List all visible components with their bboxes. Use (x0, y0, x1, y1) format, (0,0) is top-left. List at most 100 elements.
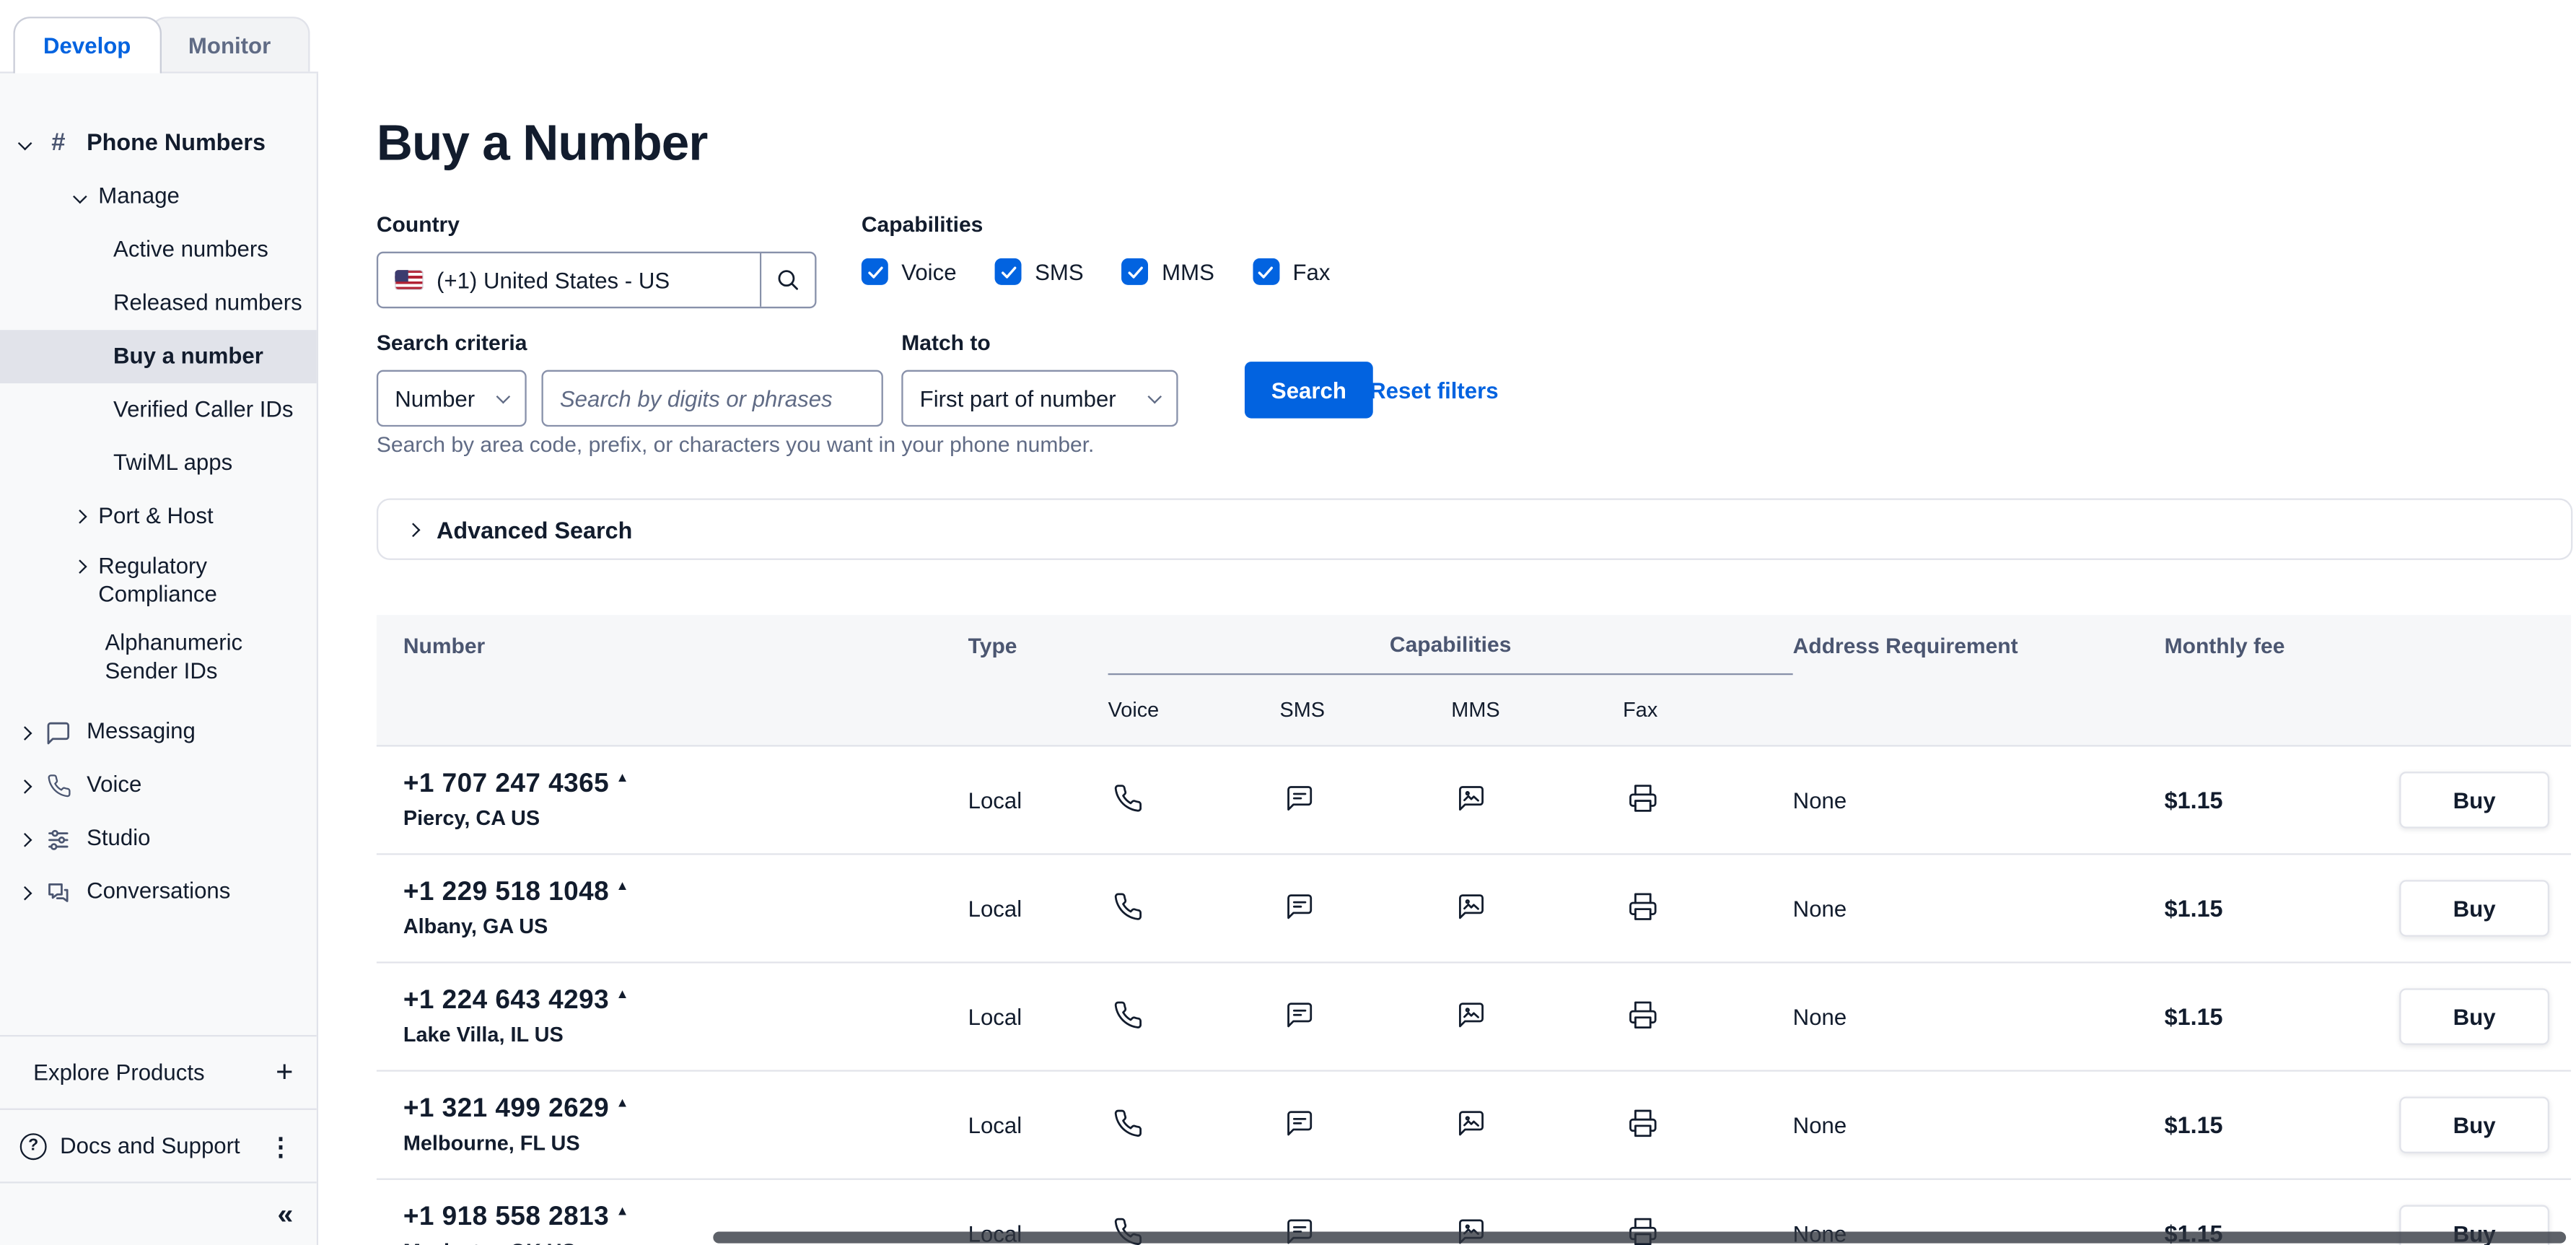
studio-icon (43, 824, 74, 855)
sidebar-item-conversations[interactable]: Conversations (0, 866, 317, 919)
buy-button[interactable]: Buy (2399, 880, 2549, 937)
column-header-capabilities: Capabilities (1108, 615, 1793, 675)
tab-develop[interactable]: Develop (13, 17, 160, 74)
sidebar-item-voice[interactable]: Voice (0, 759, 317, 813)
sidebar-item-twiml-apps[interactable]: TwiML apps (0, 437, 317, 490)
criteria-select[interactable]: Number (377, 370, 527, 427)
sms-icon (1279, 1107, 1451, 1142)
triangle-icon: ▲ (615, 987, 628, 1002)
voice-handset-icon (43, 771, 74, 801)
subheader-mms: MMS (1451, 699, 1623, 722)
capability-checkbox-voice[interactable]: Voice (862, 258, 957, 285)
sidebar-item-phone-numbers[interactable]: # Phone Numbers (0, 117, 317, 170)
buy-button[interactable]: Buy (2399, 1096, 2549, 1153)
column-header-monthly-fee: Monthly fee (2165, 632, 2400, 658)
capability-checkbox-mms[interactable]: MMS (1122, 258, 1214, 285)
sidebar-collapse-row: « (0, 1181, 317, 1245)
number-type: Local (968, 1004, 1108, 1029)
main-content: Buy a Number Country (+1) United States … (318, 0, 2576, 1245)
subheader-sms: SMS (1279, 699, 1451, 722)
column-header-type: Type (968, 632, 1108, 658)
search-button[interactable]: Search (1245, 362, 1373, 419)
sms-icon (1279, 782, 1451, 817)
collapse-sidebar-icon[interactable]: « (278, 1197, 294, 1231)
checkbox-checked-icon[interactable] (1122, 258, 1149, 285)
chevron-right-icon (18, 886, 32, 900)
search-digits-input[interactable] (541, 370, 882, 427)
mms-icon (1451, 999, 1623, 1034)
subheader-fax: Fax (1623, 699, 1793, 722)
app-window: Develop Monitor # Phone Numbers Manage A… (0, 0, 2576, 1245)
tab-monitor[interactable]: Monitor (150, 17, 310, 71)
sidebar-item-regulatory-compliance[interactable]: Regulatory Compliance (0, 543, 317, 620)
chevron-right-icon (406, 522, 421, 536)
monthly-fee: $1.15 (2165, 1111, 2400, 1138)
checkbox-checked-icon[interactable] (1253, 258, 1279, 285)
mms-icon (1451, 891, 1623, 925)
table-header: Number Type Capabilities Address Require… (377, 615, 2571, 746)
triangle-icon: ▲ (615, 878, 628, 894)
sms-icon (1279, 999, 1451, 1034)
country-select[interactable]: (+1) United States - US (377, 252, 817, 309)
triangle-icon: ▲ (615, 1203, 628, 1218)
capability-checkbox-fax[interactable]: Fax (1253, 258, 1330, 285)
mms-icon (1451, 782, 1623, 817)
reset-filters-link[interactable]: Reset filters (1370, 378, 1498, 403)
table-row: +1 321 499 2629▲ Melbourne, FL US Local … (377, 1072, 2571, 1180)
chevron-right-icon (18, 832, 32, 847)
sidebar-item-alphanumeric-sender-ids[interactable]: Alphanumeric Sender IDs (0, 619, 317, 696)
buy-button[interactable]: Buy (2399, 988, 2549, 1045)
results-table: Number Type Capabilities Address Require… (377, 615, 2571, 1245)
chevron-right-icon (18, 779, 32, 793)
phone-number-cell: +1 707 247 4365▲ Piercy, CA US (377, 770, 968, 830)
sidebar: # Phone Numbers Manage Active numbers Re… (0, 74, 318, 1245)
kebab-menu-icon[interactable]: ⋮ (268, 1131, 294, 1161)
sidebar-item-manage[interactable]: Manage (0, 170, 317, 224)
advanced-search-toggle[interactable]: Advanced Search (377, 498, 2572, 559)
country-value: (+1) United States - US (437, 268, 747, 293)
page-title: Buy a Number (377, 117, 708, 174)
country-search-button[interactable] (760, 253, 815, 307)
chevron-down-icon (18, 136, 32, 151)
checkbox-checked-icon[interactable] (995, 258, 1022, 285)
mms-icon (1451, 1107, 1623, 1142)
checkbox-checked-icon[interactable] (862, 258, 888, 285)
sidebar-item-verified-caller-ids[interactable]: Verified Caller IDs (0, 383, 317, 437)
match-to-select[interactable]: First part of number (901, 370, 1178, 427)
number-type: Local (968, 787, 1108, 813)
column-header-address-requirement: Address Requirement (1793, 632, 2165, 658)
sidebar-item-released-numbers[interactable]: Released numbers (0, 276, 317, 330)
table-row: +1 224 643 4293▲ Lake Villa, IL US Local… (377, 964, 2571, 1072)
buy-button[interactable]: Buy (2399, 772, 2549, 829)
capability-checkbox-sms[interactable]: SMS (995, 258, 1084, 285)
address-requirement: None (1793, 1004, 2165, 1029)
sidebar-item-buy-a-number[interactable]: Buy a number (0, 330, 317, 383)
country-label: Country (377, 211, 817, 237)
sidebar-item-active-numbers[interactable]: Active numbers (0, 223, 317, 276)
chevron-right-icon (73, 510, 87, 524)
triangle-icon: ▲ (615, 1095, 628, 1110)
match-to-label: Match to (901, 330, 1178, 355)
monthly-fee: $1.15 (2165, 1003, 2400, 1030)
sidebar-nav: # Phone Numbers Manage Active numbers Re… (0, 74, 317, 919)
docs-and-support-button[interactable]: ? Docs and Support ⋮ (0, 1109, 317, 1182)
address-requirement: None (1793, 787, 2165, 813)
fax-icon (1623, 999, 1793, 1034)
capabilities-label: Capabilities (862, 211, 1331, 237)
fax-icon (1623, 1107, 1793, 1142)
table-row: +1 707 247 4365▲ Piercy, CA US Local Non… (377, 747, 2571, 855)
sidebar-item-studio[interactable]: Studio (0, 813, 317, 866)
subheader-voice: Voice (1108, 699, 1280, 722)
horizontal-scrollbar[interactable] (713, 1231, 2566, 1243)
number-location: Melbourne, FL US (403, 1132, 968, 1155)
sidebar-item-messaging[interactable]: Messaging (0, 706, 317, 759)
fax-icon (1623, 782, 1793, 817)
phone-number-cell: +1 229 518 1048▲ Albany, GA US (377, 878, 968, 938)
explore-products-button[interactable]: Explore Products + (0, 1035, 317, 1109)
question-icon: ? (20, 1132, 47, 1159)
sidebar-footer: Explore Products + ? Docs and Support ⋮ … (0, 1035, 317, 1245)
number-location: Piercy, CA US (403, 807, 968, 830)
messaging-icon (43, 717, 74, 748)
sidebar-item-port-and-host[interactable]: Port & Host (0, 490, 317, 543)
plus-icon[interactable]: + (276, 1055, 293, 1090)
